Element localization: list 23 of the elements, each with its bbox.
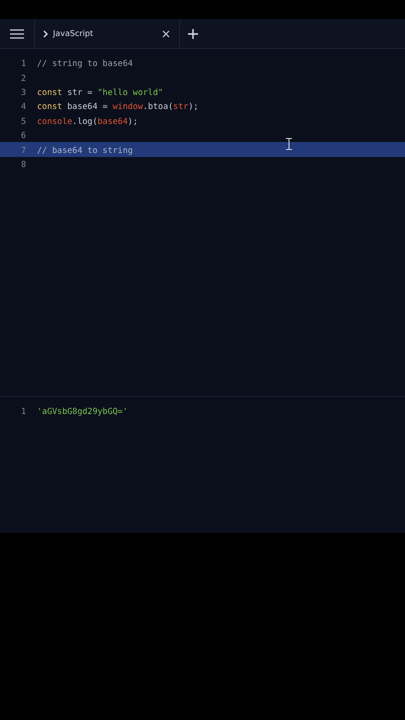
code-editor[interactable]: 1 // string to base64 2 3 const str = "hello world" 4 const base64 = window.btoa(str); 5 console.log(base64); 6 7 // base64 to string 8	[0, 49, 405, 397]
line-number: 7	[20, 144, 27, 155]
code-line: // string to base64	[37, 58, 133, 68]
chevron-right-icon	[43, 30, 48, 38]
code-line: console.log(base64);	[37, 116, 138, 126]
line-number: 3	[20, 86, 27, 97]
close-icon	[162, 30, 170, 38]
code-line: 'aGVsbG8gd29ybGQ='	[37, 406, 128, 416]
code-line: const str = "hello world"	[37, 86, 164, 97]
line-number: 6	[20, 130, 27, 140]
text-cursor-icon	[286, 138, 292, 150]
line-number: 1	[20, 406, 27, 416]
tab-label: JavaScript	[53, 29, 94, 38]
line-number: 5	[20, 116, 27, 126]
menu-icon	[10, 28, 24, 38]
line-number: 4	[20, 101, 27, 112]
line-number: 8	[20, 158, 27, 169]
close-tab-button[interactable]	[160, 28, 172, 40]
line-number: 2	[20, 72, 27, 83]
line-number: 1	[20, 58, 27, 68]
code-line: // base64 to string	[37, 144, 133, 155]
code-line: const base64 = window.btoa(str);	[37, 101, 198, 112]
plus-icon	[188, 28, 198, 38]
